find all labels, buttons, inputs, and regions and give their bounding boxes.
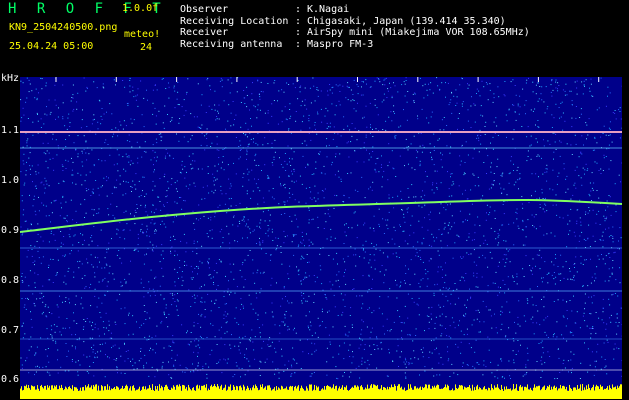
meta-row-receiver: Receiver: AirSpy mini (Miakejima VOR 108.… <box>180 27 530 38</box>
meta-key: Receiver <box>180 27 229 38</box>
y-unit-label: kHz <box>1 73 20 84</box>
y-tick-label: 1.1 <box>1 125 20 136</box>
metadata-block: Observer: K.Nagai Receiving Location: Chig… <box>180 4 530 50</box>
meta-value: AirSpy mini (Miakejima VOR 108.65MHz) <box>307 27 530 38</box>
y-tick-label: 0.6 <box>1 374 20 385</box>
filename-label: KN9_2504240500.png <box>9 22 118 33</box>
meta-row-antenna: Receiving antenna: Maspro FM-3 <box>180 38 374 50</box>
y-tick-label: 0.9 <box>1 225 20 236</box>
y-tick-label: 1.0 <box>1 175 20 186</box>
meta-value: Chigasaki, Japan (139.414 35.340) <box>307 15 506 27</box>
meta-value: Maspro FM-3 <box>307 38 374 50</box>
meta-key: Observer <box>180 4 229 15</box>
meta-row-observer: Observer: K.Nagai <box>180 4 350 15</box>
meta-key: Receiving Location <box>180 15 289 27</box>
meta-key: Receiving antenna <box>180 38 283 50</box>
meta-row-location: Receiving Location: Chigasaki, Japan (139… <box>180 15 506 27</box>
meteor-count: 24 <box>140 42 153 53</box>
meteor-label: meteo! <box>124 29 161 40</box>
version-label: 1.0.0f <box>122 3 159 14</box>
y-tick-label: 0.8 <box>1 275 20 286</box>
meta-value: K.Nagai <box>307 4 350 15</box>
spectrogram <box>20 77 622 399</box>
y-tick-label: 0.7 <box>1 325 20 336</box>
datetime-label: 25.04.24 05:00 <box>9 41 94 52</box>
spectrogram-background <box>20 77 622 399</box>
